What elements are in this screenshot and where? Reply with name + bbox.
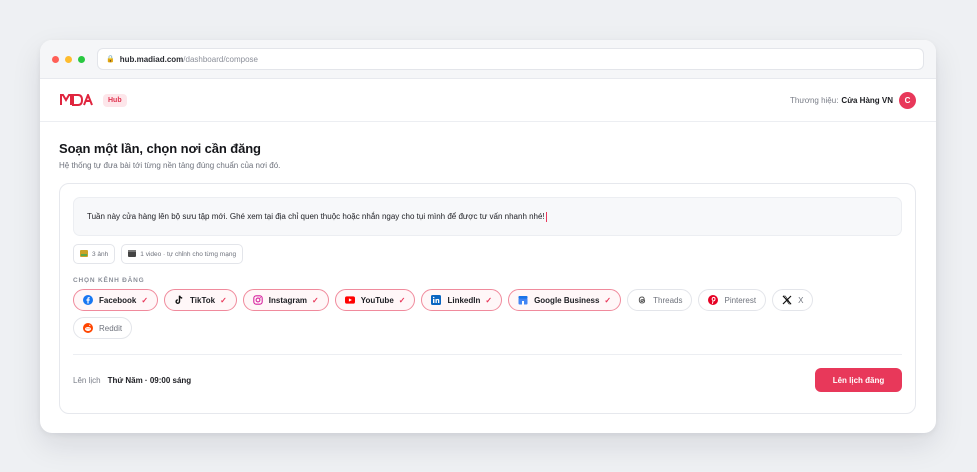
media-attachments: 3 ảnh 1 video · tự chỉnh cho từng mạng	[73, 244, 902, 264]
media-chip-label: 3 ảnh	[92, 250, 109, 258]
threads-icon	[637, 295, 647, 305]
channel-list: Facebook ✓ TikTok ✓ Instagram ✓ YouTube …	[73, 289, 863, 339]
window-controls	[52, 55, 85, 63]
schedule-post-button[interactable]: Lên lịch đăng	[815, 368, 902, 392]
channels-heading: CHỌN KÊNH ĐĂNG	[73, 277, 145, 284]
check-icon: ✓	[312, 295, 319, 305]
text-caret	[545, 211, 547, 222]
url-host: hub.madiad.com	[119, 54, 184, 64]
channel-chip-instagram[interactable]: Instagram ✓	[242, 289, 329, 311]
google-business-icon	[518, 295, 528, 305]
channel-name: X	[798, 295, 804, 305]
channel-name: Google Business	[534, 295, 600, 305]
channel-chip-youtube[interactable]: YouTube ✓	[334, 289, 416, 311]
schedule-time[interactable]: Thứ Năm · 09:00 sáng	[108, 376, 192, 385]
reddit-icon	[83, 323, 93, 333]
channel-chip-reddit[interactable]: Reddit	[73, 317, 133, 339]
channel-name: Instagram	[268, 295, 308, 305]
check-icon: ✓	[220, 295, 227, 305]
post-text-input[interactable]: Tuần này cửa hàng lên bộ sưu tập mới. Gh…	[73, 197, 902, 236]
check-icon: ✓	[398, 295, 406, 305]
schedule-label: Lên lịch	[73, 375, 101, 385]
check-icon: ✓	[485, 295, 493, 305]
pinterest-icon	[708, 295, 719, 305]
instagram-icon	[253, 295, 263, 305]
logo[interactable]: Hub	[60, 93, 127, 107]
channel-chip-x[interactable]: X	[772, 289, 814, 311]
facebook-icon	[83, 295, 93, 305]
maximize-window-dot[interactable]	[78, 55, 85, 63]
brand-switcher[interactable]: Thương hiệu: Cửa Hàng VN C	[790, 91, 916, 109]
channel-name: LinkedIn	[447, 295, 481, 305]
app-header: Hub Thương hiệu: Cửa Hàng VN C	[40, 79, 936, 122]
media-chip-label: 1 video · tự chỉnh cho từng mạng	[140, 250, 237, 258]
channel-chip-linkedin[interactable]: LinkedIn ✓	[421, 289, 503, 311]
mda-logo-icon	[60, 94, 93, 106]
channel-chip-threads[interactable]: Threads	[627, 289, 693, 311]
schedule-row: Lên lịch Thứ Năm · 09:00 sáng Lên lịch đ…	[73, 355, 902, 405]
linkedin-icon	[431, 295, 442, 305]
channel-name: TikTok	[190, 295, 216, 305]
page-title: Soạn một lần, chọn nơi cần đăng	[59, 141, 261, 156]
minimize-window-dot[interactable]	[65, 55, 72, 63]
url-path: /dashboard/compose	[183, 54, 258, 64]
youtube-icon	[344, 295, 355, 305]
media-chip-images[interactable]: 3 ảnh	[73, 244, 116, 264]
brand-label: Thương hiệu:	[790, 95, 839, 105]
hub-badge: Hub	[103, 93, 127, 107]
main-content: Soạn một lần, chọn nơi cần đăng Hệ thống…	[40, 122, 936, 414]
channel-name: Facebook	[99, 295, 137, 305]
close-window-dot[interactable]	[52, 55, 59, 63]
check-icon: ✓	[604, 295, 612, 305]
page-subtitle: Hệ thống tự đưa bài tới từng nền tảng đú…	[59, 161, 281, 170]
address-bar[interactable]: 🔒 hub.madiad.com/dashboard/compose	[97, 48, 924, 70]
brand-name: Cửa Hàng VN	[841, 95, 893, 105]
channel-name: Reddit	[99, 323, 123, 333]
post-text: Tuần này cửa hàng lên bộ sưu tập mới. Gh…	[87, 212, 545, 221]
channel-name: YouTube	[360, 295, 394, 305]
lock-icon: 🔒	[106, 56, 115, 63]
channel-name: Threads	[653, 295, 683, 305]
check-icon: ✓	[141, 295, 149, 305]
channel-chip-google-business[interactable]: Google Business ✓	[508, 289, 622, 311]
channel-chip-facebook[interactable]: Facebook ✓	[73, 289, 159, 311]
video-icon	[128, 249, 137, 259]
media-chip-video[interactable]: 1 video · tự chỉnh cho từng mạng	[121, 244, 244, 264]
avatar[interactable]: C	[899, 91, 916, 109]
browser-window: 🔒 hub.madiad.com/dashboard/compose Hub T…	[40, 40, 936, 433]
channel-chip-tiktok[interactable]: TikTok ✓	[164, 289, 237, 311]
channel-chip-pinterest[interactable]: Pinterest	[698, 289, 767, 311]
compose-card: Tuần này cửa hàng lên bộ sưu tập mới. Gh…	[59, 183, 916, 414]
channel-name: Pinterest	[724, 295, 757, 305]
image-icon	[80, 249, 88, 259]
browser-toolbar: 🔒 hub.madiad.com/dashboard/compose	[40, 40, 936, 79]
x-icon	[782, 295, 792, 305]
tiktok-icon	[174, 295, 184, 305]
